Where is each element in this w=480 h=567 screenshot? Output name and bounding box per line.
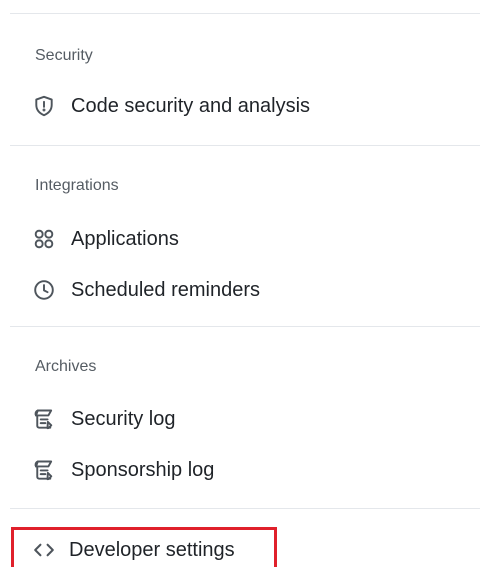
sidebar-item-label: Security log [71, 408, 176, 430]
shield-icon [33, 95, 55, 117]
sidebar-item-label: Sponsorship log [71, 459, 215, 481]
log-icon [33, 459, 55, 481]
section-heading-security: Security [35, 47, 93, 64]
divider [10, 13, 480, 14]
clock-icon [33, 279, 55, 301]
divider [10, 508, 480, 509]
sidebar-item-code-security-and-analysis[interactable]: Code security and analysis [33, 92, 310, 120]
sidebar-item-security-log[interactable]: Security log [33, 405, 176, 433]
settings-sidebar: Security Code security and analysis Inte… [0, 0, 480, 567]
sidebar-item-label: Applications [71, 228, 179, 250]
log-icon [33, 408, 55, 430]
divider [10, 326, 480, 327]
code-icon [33, 539, 55, 561]
sidebar-item-label: Developer settings [69, 539, 235, 561]
sidebar-item-developer-settings[interactable]: Developer settings [33, 536, 235, 564]
divider [10, 145, 480, 146]
sidebar-item-scheduled-reminders[interactable]: Scheduled reminders [33, 276, 260, 304]
section-heading-integrations: Integrations [35, 177, 119, 194]
section-heading-archives: Archives [35, 358, 97, 375]
sidebar-item-applications[interactable]: Applications [33, 225, 179, 253]
sidebar-item-label: Scheduled reminders [71, 279, 260, 301]
sidebar-item-label: Code security and analysis [71, 95, 311, 117]
sidebar-item-sponsorship-log[interactable]: Sponsorship log [33, 456, 214, 484]
apps-grid-icon [33, 228, 55, 250]
